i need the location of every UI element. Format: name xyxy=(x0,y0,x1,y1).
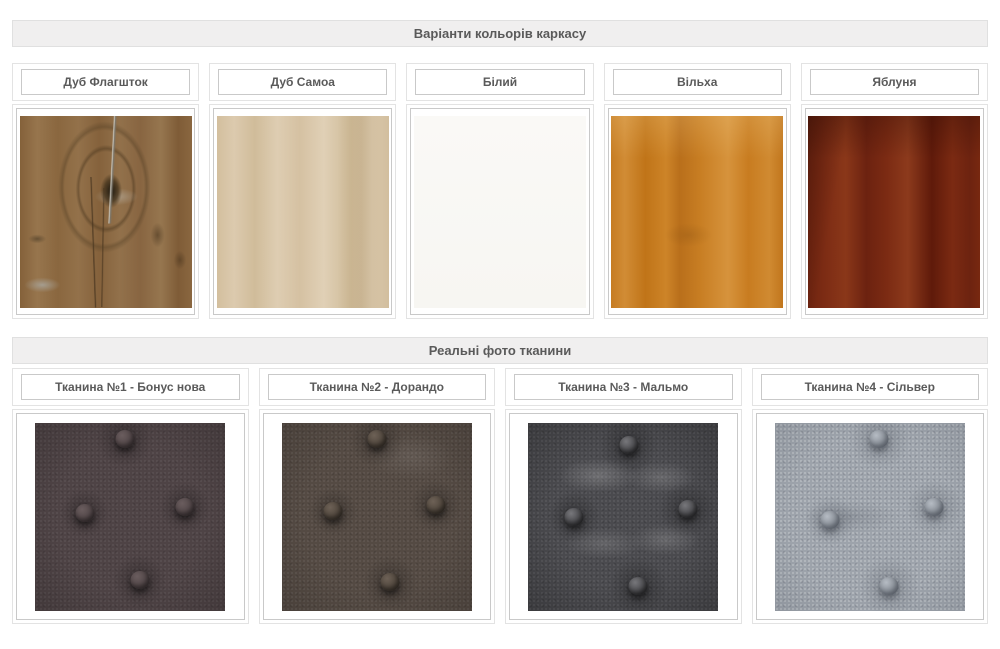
swatch-label: Білий xyxy=(415,69,584,95)
tuft-button xyxy=(381,573,400,591)
swatch-image-frame xyxy=(16,108,195,315)
swatch-image-frame xyxy=(263,413,492,620)
frame-swatch-col-white: Білий xyxy=(406,63,593,319)
swatch-image-cell xyxy=(604,104,791,319)
frame-swatch-col-flagstaff: Дуб Флагшток xyxy=(12,63,199,319)
tuft-button xyxy=(619,436,638,454)
swatch-label-cell: Тканина №4 - Сільвер xyxy=(752,368,989,406)
tuft-button xyxy=(879,577,898,595)
tuft-button xyxy=(678,500,697,518)
tuft-button xyxy=(629,577,648,595)
swatch-label: Дуб Самоа xyxy=(218,69,387,95)
tuft-button xyxy=(820,511,839,529)
swatch-label-cell: Дуб Флагшток xyxy=(12,63,199,101)
tuft-button xyxy=(324,502,343,520)
tuft-button xyxy=(367,430,386,448)
tuft-button xyxy=(115,430,134,448)
swatch-label: Дуб Флагшток xyxy=(21,69,190,95)
frame-swatch-col-samoa: Дуб Самоа xyxy=(209,63,396,319)
swatch-label-cell: Дуб Самоа xyxy=(209,63,396,101)
swatch-image-frame xyxy=(805,108,984,315)
swatch-label: Тканина №1 - Бонус нова xyxy=(21,374,240,400)
tuft-button xyxy=(130,571,149,589)
swatch-image-cell xyxy=(801,104,988,319)
swatch-image-frame xyxy=(16,413,245,620)
swatch-image-frame xyxy=(509,413,738,620)
tuft-button xyxy=(176,498,195,516)
swatch-label: Вільха xyxy=(613,69,782,95)
swatch-label-cell: Тканина №2 - Дорандо xyxy=(259,368,496,406)
tuft-button xyxy=(870,430,889,448)
fabric-swatch-col-silver: Тканина №4 - Сільвер xyxy=(752,368,989,624)
frame-swatch-col-apple: Яблуня xyxy=(801,63,988,319)
fabric-photo-bonus-image xyxy=(35,423,225,611)
tuft-button xyxy=(75,504,94,522)
swatch-label-cell: Яблуня xyxy=(801,63,988,101)
swatch-image-cell xyxy=(752,409,989,624)
fabric-photos-header: Реальні фото тканини xyxy=(12,337,988,364)
swatch-image-cell xyxy=(12,409,249,624)
swatch-image-frame xyxy=(756,413,985,620)
swatch-label-cell: Тканина №3 - Мальмо xyxy=(505,368,742,406)
wood-texture-white-image xyxy=(414,116,586,308)
swatch-image-cell xyxy=(259,409,496,624)
swatch-image-frame xyxy=(410,108,589,315)
tuft-button xyxy=(925,498,944,516)
swatch-label: Яблуня xyxy=(810,69,979,95)
swatch-label-cell: Білий xyxy=(406,63,593,101)
fabric-swatch-col-bonus: Тканина №1 - Бонус нова xyxy=(12,368,249,624)
wood-texture-alder-image xyxy=(611,116,783,308)
wood-texture-samoa-image xyxy=(217,116,389,308)
fabric-swatch-col-malmo: Тканина №3 - Мальмо xyxy=(505,368,742,624)
swatch-label: Тканина №3 - Мальмо xyxy=(514,374,733,400)
frame-swatch-col-alder: Вільха xyxy=(604,63,791,319)
swatch-image-frame xyxy=(608,108,787,315)
fabric-swatch-grid: Тканина №1 - Бонус нова Тканина №2 - Дор… xyxy=(12,368,988,624)
fabric-swatch-col-dorando: Тканина №2 - Дорандо xyxy=(259,368,496,624)
wood-texture-apple-image xyxy=(808,116,980,308)
fabric-photo-silver-image xyxy=(775,423,965,611)
swatch-image-cell xyxy=(505,409,742,624)
fabric-photo-malmo-image xyxy=(528,423,718,611)
swatch-label-cell: Вільха xyxy=(604,63,791,101)
fabric-photo-dorando-image xyxy=(282,423,472,611)
swatch-label-cell: Тканина №1 - Бонус нова xyxy=(12,368,249,406)
swatch-label: Тканина №4 - Сільвер xyxy=(761,374,980,400)
swatch-image-frame xyxy=(213,108,392,315)
swatch-image-cell xyxy=(12,104,199,319)
swatch-image-cell xyxy=(406,104,593,319)
wood-texture-flagstaff-image xyxy=(20,116,192,308)
product-options-page: Варіанти кольорів каркасу Дуб Флагшток Д… xyxy=(0,20,1000,624)
tuft-button xyxy=(564,508,583,526)
tuft-button xyxy=(426,496,445,514)
frame-colors-header: Варіанти кольорів каркасу xyxy=(12,20,988,47)
frame-swatch-grid: Дуб Флагшток Дуб Самоа Білий xyxy=(12,63,988,319)
swatch-image-cell xyxy=(209,104,396,319)
swatch-label: Тканина №2 - Дорандо xyxy=(268,374,487,400)
